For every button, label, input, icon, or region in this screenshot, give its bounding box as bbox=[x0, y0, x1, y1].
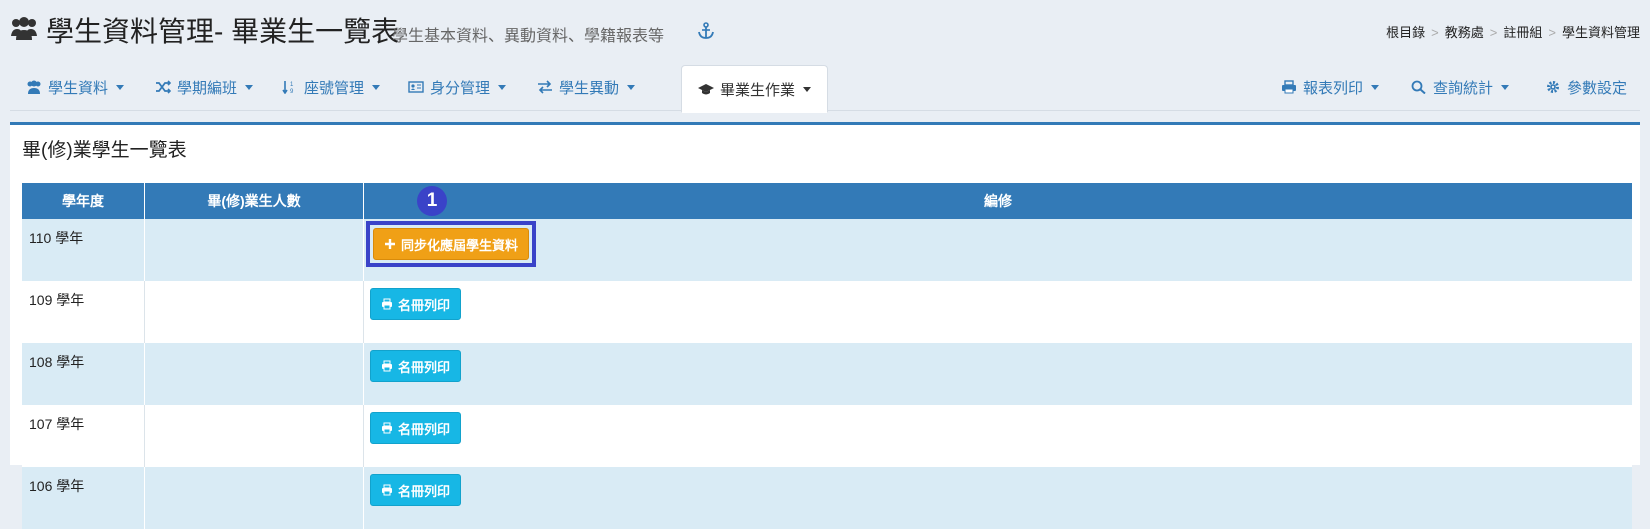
print-roster-button[interactable]: 名冊列印 bbox=[370, 350, 462, 382]
graduates-panel: 畢(修)業學生一覽表 學年度 畢(修)業生人數 編修 110 學年 同步化應屆學… bbox=[10, 122, 1640, 529]
panel-title: 畢(修)業學生一覽表 bbox=[22, 140, 187, 161]
page-subtitle: 學生基本資料、異動資料、學籍報表等 bbox=[392, 28, 665, 45]
breadcrumb-item-current: 學生資料管理 bbox=[1561, 25, 1640, 40]
table-row: 107 學年 名冊列印 bbox=[22, 405, 1632, 467]
breadcrumb: 根目錄 > 教務處 > 註冊組 > 學生資料管理 bbox=[1386, 22, 1640, 41]
tab-label: 報表列印 bbox=[1303, 79, 1364, 97]
chevron-down-icon bbox=[116, 84, 125, 90]
tab-report-print[interactable]: 報表列印 bbox=[1281, 64, 1380, 110]
year-cell: 107 學年 bbox=[22, 405, 145, 467]
table-row: 109 學年 名冊列印 bbox=[22, 281, 1632, 343]
chevron-down-icon bbox=[803, 86, 812, 92]
svg-text:1: 1 bbox=[290, 82, 294, 88]
breadcrumb-separator: > bbox=[1548, 25, 1556, 40]
step-number-badge: 1 bbox=[417, 186, 447, 216]
tab-label: 學生異動 bbox=[559, 79, 620, 97]
tab-query-stats[interactable]: 查詢統計 bbox=[1411, 64, 1510, 110]
chevron-down-icon bbox=[1501, 84, 1510, 90]
tab-label: 學期編班 bbox=[177, 79, 238, 97]
year-cell: 106 學年 bbox=[22, 467, 145, 529]
edit-cell: 名冊列印 bbox=[363, 405, 1632, 467]
breadcrumb-item-root[interactable]: 根目錄 bbox=[1386, 25, 1425, 40]
tab-identity[interactable]: 身分管理 bbox=[408, 64, 507, 110]
graduation-cap-icon bbox=[698, 84, 714, 95]
button-label: 同步化應屆學生資料 bbox=[401, 237, 519, 253]
users-icon bbox=[27, 80, 41, 94]
print-roster-button[interactable]: 名冊列印 bbox=[370, 288, 462, 320]
anchor-icon[interactable] bbox=[697, 22, 715, 40]
tab-graduates[interactable]: 畢業生作業 bbox=[681, 65, 829, 113]
print-icon bbox=[382, 298, 392, 310]
count-cell bbox=[144, 219, 364, 281]
edit-cell: 名冊列印 bbox=[363, 467, 1632, 529]
print-icon bbox=[1282, 80, 1296, 94]
search-icon bbox=[1411, 80, 1426, 94]
table-row: 110 學年 同步化應屆學生資料 bbox=[22, 219, 1632, 281]
edit-cell: 名冊列印 bbox=[363, 343, 1632, 405]
year-cell: 109 學年 bbox=[22, 281, 145, 343]
gear-icon bbox=[1547, 81, 1559, 93]
breadcrumb-separator: > bbox=[1431, 25, 1439, 40]
plus-icon bbox=[385, 239, 395, 249]
count-cell bbox=[144, 281, 364, 343]
print-icon bbox=[382, 484, 392, 496]
print-roster-button[interactable]: 名冊列印 bbox=[370, 412, 462, 444]
page-header: 學生資料管理- 畢業生一覽表 學生基本資料、異動資料、學籍報表等 根目錄 > 教務處… bbox=[10, 6, 1640, 50]
shuffle-icon bbox=[156, 80, 171, 94]
button-label: 名冊列印 bbox=[398, 483, 451, 499]
page-title: 學生資料管理- 畢業生一覽表 bbox=[46, 16, 400, 47]
users-icon bbox=[11, 17, 37, 40]
tab-label: 查詢統計 bbox=[1433, 79, 1494, 97]
tab-label: 參數設定 bbox=[1567, 79, 1628, 97]
tab-label: 學生資料 bbox=[48, 79, 109, 97]
table-header-row: 學年度 畢(修)業生人數 編修 bbox=[22, 183, 1632, 219]
print-icon bbox=[382, 360, 392, 372]
table-row: 106 學年 名冊列印 bbox=[22, 467, 1632, 529]
tab-label: 座號管理 bbox=[304, 79, 365, 97]
table-row: 108 學年 名冊列印 bbox=[22, 343, 1632, 405]
print-icon bbox=[382, 422, 392, 434]
tab-label: 畢業生作業 bbox=[720, 81, 796, 99]
sort-numeric-icon: 19 bbox=[282, 81, 294, 94]
main-nav: 學生資料 學期編班 19 座號管理 身分管理 學生異動 畢業生作業 報表列印 查… bbox=[10, 64, 1640, 113]
button-label: 名冊列印 bbox=[398, 297, 451, 313]
breadcrumb-separator: > bbox=[1489, 25, 1498, 40]
breadcrumb-item-academic-affairs[interactable]: 教務處 bbox=[1445, 25, 1484, 40]
button-label: 名冊列印 bbox=[398, 421, 451, 437]
tab-semester-class[interactable]: 學期編班 bbox=[155, 64, 254, 110]
count-cell bbox=[144, 405, 364, 467]
year-cell: 110 學年 bbox=[22, 219, 145, 281]
chevron-down-icon bbox=[1371, 84, 1380, 90]
column-header-edit: 編修 bbox=[363, 183, 1632, 219]
count-cell bbox=[144, 467, 364, 529]
breadcrumb-item-registry[interactable]: 註冊組 bbox=[1503, 25, 1542, 40]
print-roster-button[interactable]: 名冊列印 bbox=[370, 474, 462, 506]
chevron-down-icon bbox=[627, 84, 636, 90]
button-label: 名冊列印 bbox=[398, 359, 451, 375]
tab-student-data[interactable]: 學生資料 bbox=[26, 64, 125, 110]
chevron-down-icon bbox=[498, 84, 507, 90]
chevron-down-icon bbox=[245, 84, 254, 90]
tab-label: 身分管理 bbox=[430, 79, 491, 97]
tab-settings[interactable]: 參數設定 bbox=[1545, 64, 1627, 110]
edit-cell: 名冊列印 bbox=[363, 281, 1632, 343]
edit-cell: 同步化應屆學生資料 bbox=[363, 219, 1632, 281]
svg-text:9: 9 bbox=[290, 89, 294, 94]
sync-graduates-button[interactable]: 同步化應屆學生資料 bbox=[373, 228, 530, 260]
id-card-icon bbox=[408, 81, 424, 93]
chevron-down-icon bbox=[372, 84, 381, 90]
tab-seat-number[interactable]: 19 座號管理 bbox=[282, 64, 381, 110]
count-cell bbox=[144, 343, 364, 405]
column-header-year: 學年度 bbox=[22, 183, 145, 219]
tab-student-change[interactable]: 學生異動 bbox=[537, 64, 636, 110]
exchange-icon bbox=[538, 80, 552, 94]
column-header-count: 畢(修)業生人數 bbox=[144, 183, 364, 219]
highlight-frame: 同步化應屆學生資料 bbox=[366, 221, 537, 267]
year-cell: 108 學年 bbox=[22, 343, 145, 405]
graduates-table: 學年度 畢(修)業生人數 編修 110 學年 同步化應屆學生資料 109 學年 … bbox=[22, 183, 1632, 529]
